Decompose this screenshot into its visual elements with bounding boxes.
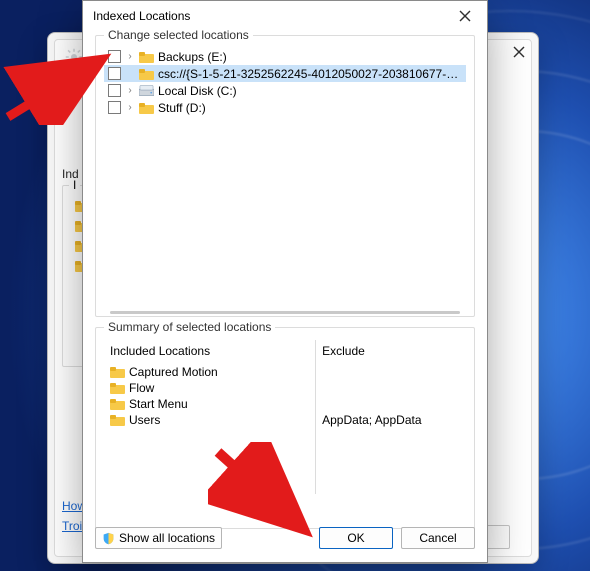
included-header: Included Locations [110,344,309,358]
included-location-label: Start Menu [129,397,188,411]
exclude-header: Exclude [322,344,460,358]
cancel-button[interactable]: Cancel [401,527,475,549]
parent-troubleshoot-link[interactable]: Troi [62,519,82,533]
folder-icon [139,51,154,63]
exclude-row: AppData; AppData [322,412,460,428]
folder-icon [110,398,125,410]
folder-icon [110,414,125,426]
exclude-column: Exclude AppData; AppData [316,340,466,494]
show-all-locations-button[interactable]: Show all locations [95,527,222,549]
show-all-label: Show all locations [119,531,215,545]
tree-item-label: Backups (E:) [158,50,462,64]
indexed-locations-dialog: Indexed Locations Change selected locati… [82,0,488,563]
folder-icon [139,68,154,80]
shield-icon [102,532,115,545]
included-location-label: Users [129,413,160,427]
tree-row[interactable]: › Backups (E:) [104,48,466,65]
included-location-row[interactable]: Flow [110,380,309,396]
summary-legend: Summary of selected locations [104,320,275,334]
locations-tree[interactable]: › Backups (E:) csc://{S-1-5-21-3252562245-… [104,48,466,282]
tree-row[interactable]: csc://{S-1-5-21-3252562245-4012050027-20… [104,65,466,82]
checkbox[interactable] [108,84,121,97]
exclude-label [322,365,325,379]
exclude-label [322,397,325,411]
included-location-row[interactable]: Start Menu [110,396,309,412]
chevron-right-icon[interactable]: › [125,86,135,96]
exclude-label [322,381,325,395]
folder-icon [110,366,125,378]
close-icon [458,9,472,23]
checkbox[interactable] [108,101,121,114]
exclude-row [322,396,460,412]
folder-icon [139,102,154,114]
tree-row[interactable]: › Local Disk (C:) [104,82,466,99]
checkbox[interactable] [108,50,121,63]
included-location-row[interactable]: Captured Motion [110,364,309,380]
gear-icon [65,48,83,66]
tree-item-label: csc://{S-1-5-21-3252562245-4012050027-20… [158,67,462,81]
close-button[interactable] [443,1,487,31]
included-location-row[interactable]: Users [110,412,309,428]
change-locations-group: Change selected locations ›Backups (E:)c… [95,35,475,317]
tree-item-label: Local Disk (C:) [158,84,462,98]
titlebar: Indexed Locations [83,1,487,31]
tree-row[interactable]: › Stuff (D:) [104,99,466,116]
dialog-button-bar: Show all locations OK Cancel [83,514,487,562]
parent-close-button[interactable] [512,45,526,62]
chevron-right-icon[interactable]: › [125,103,135,113]
horizontal-scrollbar[interactable] [110,311,460,314]
folder-icon [110,382,125,394]
dialog-title: Indexed Locations [93,9,190,23]
included-location-label: Flow [129,381,154,395]
checkbox[interactable] [108,67,121,80]
chevron-right-icon[interactable]: › [125,52,135,62]
ok-button[interactable]: OK [319,527,393,549]
exclude-row [322,364,460,380]
drive-icon [139,85,154,97]
close-icon [512,45,526,59]
exclude-row [322,380,460,396]
included-column: Included Locations Captured Motion Flow St… [104,340,316,494]
exclude-label: AppData; AppData [322,413,421,427]
summary-group: Summary of selected locations Included L… [95,327,475,529]
included-location-label: Captured Motion [129,365,218,379]
change-locations-legend: Change selected locations [104,28,253,42]
tree-item-label: Stuff (D:) [158,101,462,115]
